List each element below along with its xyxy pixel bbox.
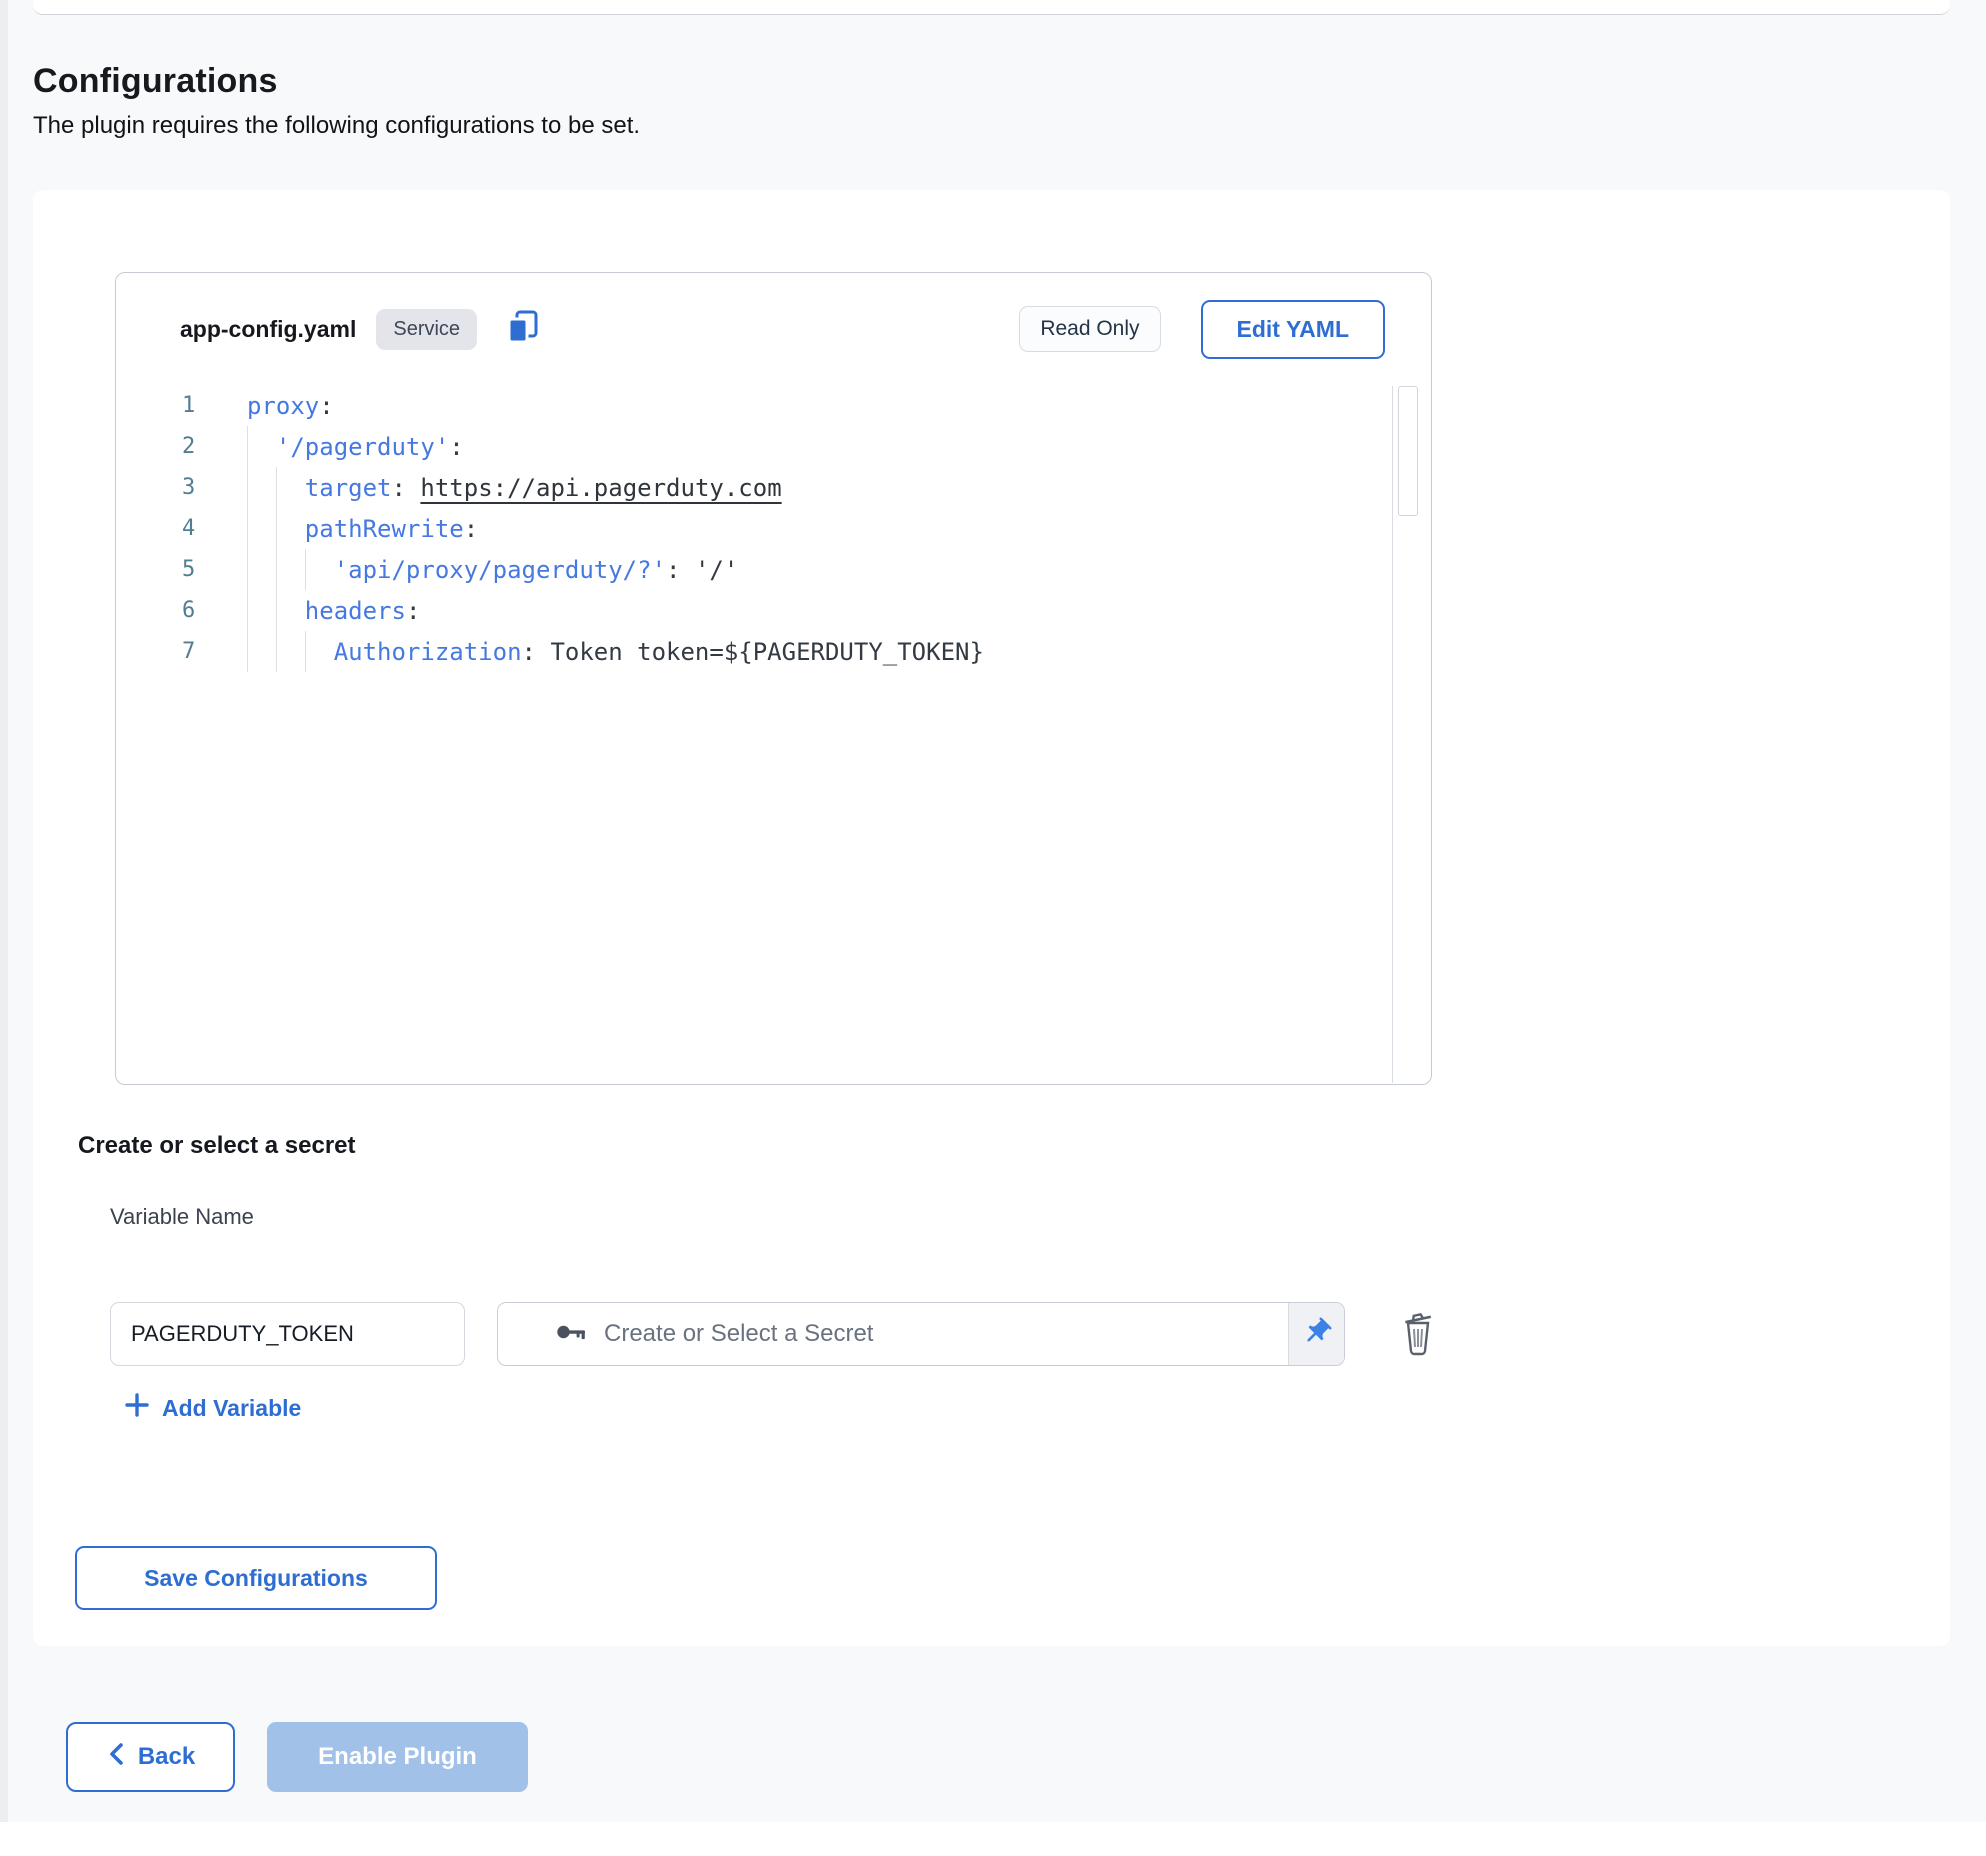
code-line: 3target: https://api.pagerduty.com xyxy=(116,467,1385,508)
code-lines: 1proxy:2'/pagerduty':3target: https://ap… xyxy=(116,385,1385,672)
line-number: 3 xyxy=(116,475,247,500)
bottom-strip xyxy=(0,1822,1986,1856)
variable-name-input[interactable] xyxy=(110,1302,465,1366)
previous-card-edge xyxy=(33,0,1950,15)
code-line: 2'/pagerduty': xyxy=(116,426,1385,467)
line-number: 2 xyxy=(116,434,247,459)
line-number: 6 xyxy=(116,598,247,623)
line-number: 5 xyxy=(116,557,247,582)
service-badge: Service xyxy=(376,309,477,350)
page-title: Configurations xyxy=(33,62,278,101)
code-line: 4pathRewrite: xyxy=(116,508,1385,549)
trash-icon xyxy=(1396,1307,1440,1362)
copy-button[interactable] xyxy=(503,309,543,349)
code-area: 1proxy:2'/pagerduty':3target: https://ap… xyxy=(116,385,1431,1084)
line-number: 7 xyxy=(116,639,247,664)
left-gutter xyxy=(0,0,8,1822)
read-only-badge: Read Only xyxy=(1019,306,1160,352)
code-line: 5'api/proxy/pagerduty/?': '/' xyxy=(116,549,1385,590)
enable-plugin-button[interactable]: Enable Plugin xyxy=(267,1722,528,1792)
secret-section-heading: Create or select a secret xyxy=(78,1132,356,1160)
line-number: 1 xyxy=(116,393,247,418)
configurations-card: app-config.yaml Service Read Only Edit Y… xyxy=(33,190,1950,1646)
key-icon xyxy=(554,1315,588,1354)
back-button[interactable]: Back xyxy=(66,1722,235,1792)
editor-header: app-config.yaml Service Read Only Edit Y… xyxy=(116,273,1431,385)
secret-select[interactable]: Create or Select a Secret xyxy=(497,1302,1345,1366)
yaml-editor-panel: app-config.yaml Service Read Only Edit Y… xyxy=(115,272,1432,1085)
back-button-label: Back xyxy=(138,1743,195,1771)
copy-icon xyxy=(503,308,543,351)
code-line: 7Authorization: Token token=${PAGERDUTY_… xyxy=(116,631,1385,672)
scrollbar-thumb[interactable] xyxy=(1398,386,1418,516)
plugin-configuration-page: Configurations The plugin requires the f… xyxy=(0,0,1986,1856)
config-filename: app-config.yaml xyxy=(180,316,356,343)
code-line: 6headers: xyxy=(116,590,1385,631)
variable-name-label: Variable Name xyxy=(110,1204,254,1230)
code-line: 1proxy: xyxy=(116,385,1385,426)
pin-suffix[interactable] xyxy=(1288,1303,1344,1365)
editor-scrollbar[interactable] xyxy=(1392,386,1423,1083)
secret-select-body: Create or Select a Secret xyxy=(498,1315,1288,1354)
pushpin-icon xyxy=(1301,1316,1333,1353)
line-number: 4 xyxy=(116,516,247,541)
add-variable-label: Add Variable xyxy=(162,1395,301,1422)
plus-icon xyxy=(124,1392,150,1424)
secret-select-placeholder: Create or Select a Secret xyxy=(604,1320,873,1348)
save-configurations-button[interactable]: Save Configurations xyxy=(75,1546,437,1610)
page-subtitle: The plugin requires the following config… xyxy=(33,112,640,140)
edit-yaml-button[interactable]: Edit YAML xyxy=(1201,300,1385,359)
add-variable-button[interactable]: Add Variable xyxy=(124,1392,301,1424)
delete-variable-button[interactable] xyxy=(1396,1308,1440,1360)
chevron-left-icon xyxy=(106,1741,128,1774)
